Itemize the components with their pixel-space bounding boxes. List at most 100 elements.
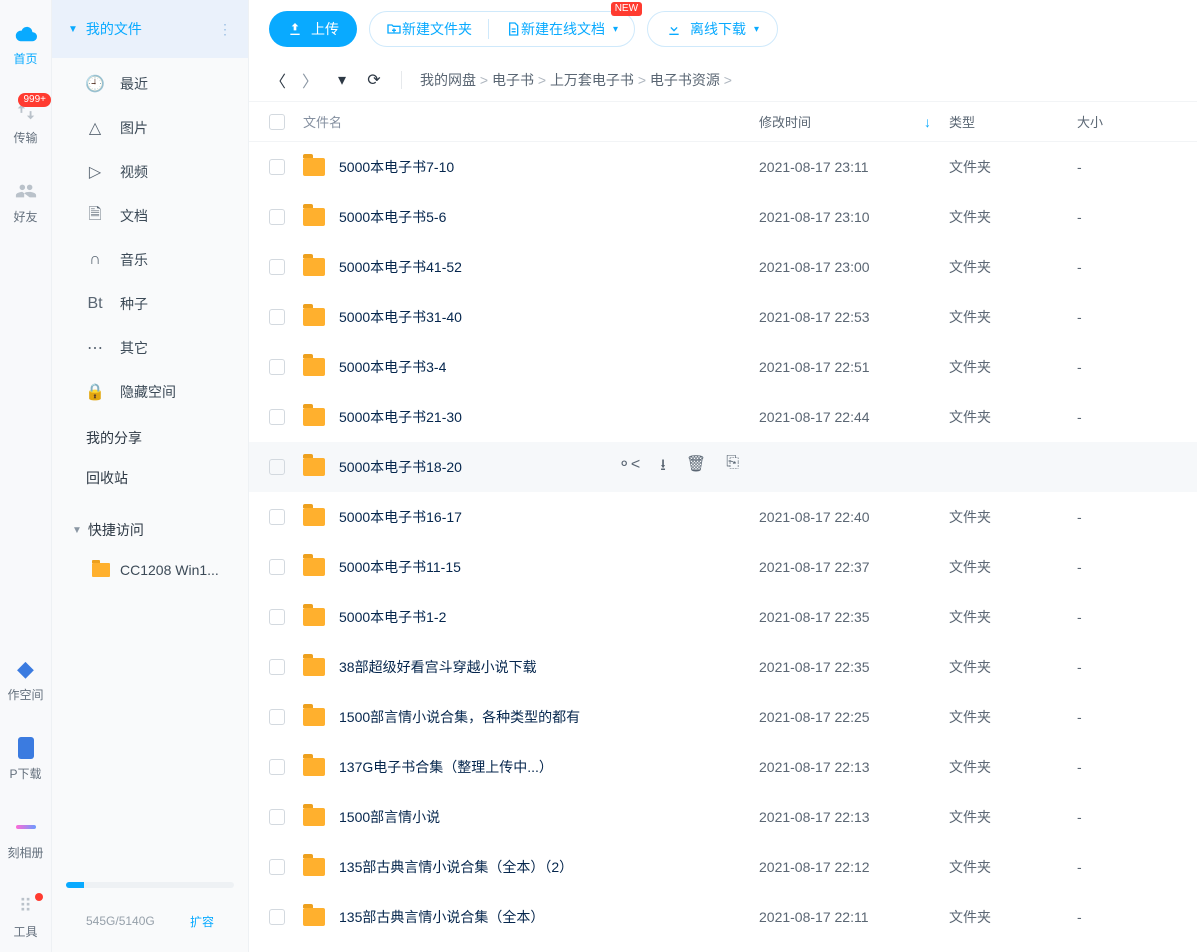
sidebar-quick[interactable]: ▼ 快捷访问: [52, 510, 248, 550]
table-row[interactable]: 5000本电子书21-302021-08-17 22:44文件夹-: [249, 392, 1197, 442]
sidebar-item-label: 种子: [120, 294, 148, 314]
sidebar-item-3[interactable]: 🗎文档: [52, 194, 248, 238]
sidebar-item-2[interactable]: ▷视频: [52, 150, 248, 194]
table-row[interactable]: 5000本电子书31-402021-08-17 22:53文件夹-: [249, 292, 1197, 342]
crumb[interactable]: 我的网盘: [420, 72, 476, 88]
offline-download-button[interactable]: 离线下载 ▾: [647, 11, 778, 47]
sidebar-item-1[interactable]: △图片: [52, 106, 248, 150]
file-name: 5000本电子书16-17: [339, 507, 462, 527]
nav-back[interactable]: 〈: [269, 68, 287, 92]
table-row[interactable]: 5000本电子书11-152021-08-17 22:37文件夹-: [249, 542, 1197, 592]
file-date: 2021-08-17 23:11: [759, 159, 949, 175]
table-row[interactable]: 5000本电子书5-62021-08-17 23:10文件夹-: [249, 192, 1197, 242]
row-checkbox[interactable]: [269, 559, 285, 575]
th-date[interactable]: 修改时间↓: [759, 112, 949, 131]
row-checkbox[interactable]: [269, 209, 285, 225]
album-icon: [15, 816, 37, 838]
table-row[interactable]: 5000本电子书16-172021-08-17 22:40文件夹-: [249, 492, 1197, 542]
nav-dropdown[interactable]: ▾: [333, 70, 351, 90]
vnav-home-label: 首页: [13, 50, 37, 67]
nav-refresh[interactable]: ⟳: [365, 70, 383, 90]
nav-forward[interactable]: 〉: [301, 68, 319, 92]
row-checkbox[interactable]: [269, 509, 285, 525]
sidebar-myshare[interactable]: 我的分享: [52, 418, 248, 458]
file-size: -: [1077, 259, 1177, 275]
newdoc-label: 新建在线文档: [521, 19, 605, 39]
delete-icon[interactable]: 🗑: [686, 454, 706, 481]
table-row[interactable]: 5000本电子书3-42021-08-17 22:51文件夹-: [249, 342, 1197, 392]
vnav-friends[interactable]: 好友: [0, 180, 51, 225]
folder-icon: [303, 258, 325, 276]
vnav-transfer[interactable]: 999+ 传输: [0, 101, 51, 146]
vnav-workspace-label: 作空间: [7, 686, 43, 703]
table-row[interactable]: 5000本电子书7-102021-08-17 23:11文件夹-: [249, 142, 1197, 192]
upload-button[interactable]: 上传: [269, 11, 357, 47]
row-checkbox[interactable]: [269, 459, 285, 475]
file-type: 文件夹: [949, 657, 1077, 677]
vnav-tools-label: 工具: [13, 923, 37, 940]
vnav-home[interactable]: 首页: [0, 22, 51, 67]
table-row[interactable]: 5000本电子书1-22021-08-17 22:35文件夹-: [249, 592, 1197, 642]
sidebar-item-6[interactable]: ⋯其它: [52, 326, 248, 370]
row-checkbox[interactable]: [269, 409, 285, 425]
table-row[interactable]: 5000本电子书18-20⚬<⭳🗑⎘: [249, 442, 1197, 492]
rename-icon[interactable]: ⎘: [726, 454, 739, 481]
table-row[interactable]: 137G电子书合集（整理上传中...）2021-08-17 22:13文件夹-: [249, 742, 1197, 792]
th-size[interactable]: 大小: [1077, 112, 1177, 131]
sidebar-myfiles[interactable]: ▼ 我的文件 ⋮: [52, 0, 248, 58]
table-row[interactable]: 1500部言情小说 2021-08-17 22:13文件夹-: [249, 792, 1197, 842]
row-checkbox[interactable]: [269, 709, 285, 725]
vnav-album[interactable]: 刻相册: [0, 816, 51, 861]
vnav-pdownload[interactable]: P下载: [0, 737, 51, 782]
row-checkbox[interactable]: [269, 659, 285, 675]
row-checkbox[interactable]: [269, 309, 285, 325]
th-type[interactable]: 类型: [949, 112, 1077, 131]
tools-dot: [35, 893, 43, 901]
sidebar-item-0[interactable]: 🕘最近: [52, 62, 248, 106]
vnav-workspace[interactable]: ◆ 作空间: [0, 658, 51, 703]
vnav-album-label: 刻相册: [7, 844, 43, 861]
sidebar-quick-item[interactable]: CC1208 Win1...: [52, 550, 248, 590]
file-type: 文件夹: [949, 157, 1077, 177]
file-type: 文件夹: [949, 357, 1077, 377]
crumb[interactable]: 电子书资源: [650, 72, 720, 88]
file-date: 2021-08-17 22:13: [759, 809, 949, 825]
row-checkbox[interactable]: [269, 759, 285, 775]
table-row[interactable]: 5000本电子书41-522021-08-17 23:00文件夹-: [249, 242, 1197, 292]
download-icon[interactable]: ⭳: [660, 454, 666, 481]
sidebar-recycle[interactable]: 回收站: [52, 458, 248, 498]
more-icon[interactable]: ⋮: [218, 21, 234, 38]
upload-icon: [287, 21, 303, 37]
file-name: 1500部言情小说: [339, 807, 440, 827]
row-checkbox[interactable]: [269, 809, 285, 825]
expand-storage[interactable]: 扩容: [190, 913, 214, 930]
file-size: -: [1077, 659, 1177, 675]
sidebar-item-4[interactable]: ∩音乐: [52, 238, 248, 282]
file-size: -: [1077, 809, 1177, 825]
row-checkbox[interactable]: [269, 159, 285, 175]
crumb[interactable]: 电子书: [492, 72, 534, 88]
table-row[interactable]: 135部古典言情小说合集（全本）（2）2021-08-17 22:12文件夹-: [249, 842, 1197, 892]
row-checkbox[interactable]: [269, 359, 285, 375]
th-name[interactable]: 文件名: [303, 112, 759, 131]
folder-icon: [303, 208, 325, 226]
crumb[interactable]: 上万套电子书: [550, 72, 634, 88]
newfolder-button[interactable]: 新建文件夹: [370, 12, 488, 46]
sidebar-item-5[interactable]: Bt种子: [52, 282, 248, 326]
select-all-checkbox[interactable]: [269, 114, 285, 130]
table-row[interactable]: 1500部言情小说合集，各种类型的都有2021-08-17 22:25文件夹-: [249, 692, 1197, 742]
row-checkbox[interactable]: [269, 859, 285, 875]
file-type: 文件夹: [949, 807, 1077, 827]
sidebar-item-7[interactable]: 🔒隐藏空间: [52, 370, 248, 414]
sort-down-icon: ↓: [924, 114, 931, 130]
table-row[interactable]: 38部超级好看宫斗穿越小说下载2021-08-17 22:35文件夹-: [249, 642, 1197, 692]
row-checkbox[interactable]: [269, 259, 285, 275]
folder-icon: [303, 758, 325, 776]
folder-icon: [303, 408, 325, 426]
newdoc-button[interactable]: NEW 新建在线文档 ▾: [489, 12, 634, 46]
vnav-tools[interactable]: ⠿ 工具: [0, 895, 51, 940]
row-checkbox[interactable]: [269, 609, 285, 625]
row-checkbox[interactable]: [269, 909, 285, 925]
share-icon[interactable]: ⚬<: [618, 454, 641, 481]
table-row[interactable]: 135部古典言情小说合集（全本）2021-08-17 22:11文件夹-: [249, 892, 1197, 942]
